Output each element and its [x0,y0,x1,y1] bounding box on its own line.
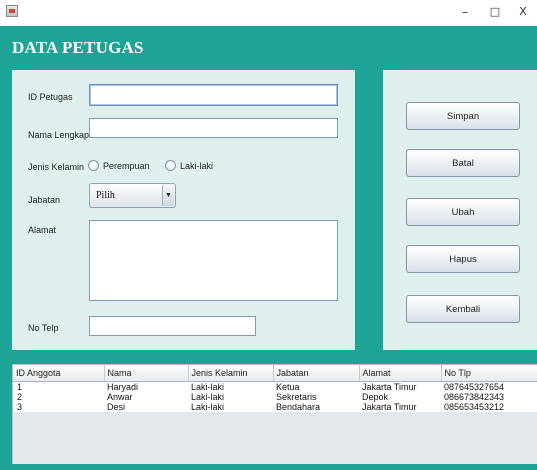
hapus-button[interactable]: Hapus [406,245,520,273]
nama-lengkap-input[interactable] [89,118,338,138]
table-cell: Haryadi [104,381,188,392]
page-title: DATA PETUGAS [12,38,144,57]
column-header[interactable]: No Tlp [441,365,537,382]
table-cell: Jakarta Timur [359,401,441,412]
table-row[interactable]: 3 Desi Laki-laki Bendahara Jakarta Timur… [13,401,537,412]
radio-perempuan[interactable]: Perempuan [88,160,150,171]
jabatan-label: Jabatan [28,195,61,205]
radio-laki-laki-label: Laki-laki [180,160,214,171]
table-cell: Bendahara [273,401,359,412]
radio-circle-icon[interactable] [165,160,176,171]
table-cell: Laki-laki [188,401,273,412]
form-panel [12,70,355,350]
id-petugas-label: ID Petugas [28,92,73,102]
batal-button[interactable]: Batal [406,149,520,177]
simpan-button[interactable]: Simpan [406,102,520,130]
alamat-label: Alamat [28,225,57,235]
alamat-textarea[interactable] [89,220,338,301]
table-cell: Laki-laki [188,391,273,402]
column-header[interactable]: Jenis Kelamin [188,365,274,382]
table-header-row: ID Anggota Nama Jenis Kelamin Jabatan Al… [13,365,537,382]
table-cell: Anwar [104,391,188,402]
table-cell: Laki-laki [188,381,273,392]
jabatan-selected-value: Pilih [96,190,115,201]
radio-laki-laki[interactable]: Laki-laki [165,160,213,171]
table-cell: 087645327654 [441,381,537,392]
table-cell: 085653453212 [441,401,537,412]
window-titlebar: – □ X [0,0,537,26]
ubah-button[interactable]: Ubah [406,198,520,226]
column-header[interactable]: ID Anggota [13,365,105,382]
jenis-kelamin-label: Jenis Kelamin [28,162,85,172]
jabatan-dropdown[interactable]: Pilih ▼ [89,183,176,208]
petugas-table-container[interactable]: ID Anggota Nama Jenis Kelamin Jabatan Al… [12,364,537,464]
table-cell: 2 [13,391,104,402]
table-row[interactable]: 1 Haryadi Laki-laki Ketua Jakarta Timur … [13,381,537,392]
kembali-button[interactable]: Kembali [406,295,520,323]
column-header[interactable]: Alamat [359,365,442,382]
close-button[interactable]: X [512,2,534,22]
column-header[interactable]: Nama [104,365,189,382]
table-cell: Sekretaris [273,391,359,402]
table-cell: Desi [104,401,188,412]
no-telp-label: No Telp [28,323,59,333]
table-cell: 3 [13,401,104,412]
nama-lengkap-label: Nama Lengkap [28,130,90,140]
java-cup-icon [6,5,18,17]
table-cell: 086673842343 [441,391,537,402]
maximize-button[interactable]: □ [484,2,506,22]
table-cell: 1 [13,381,104,392]
petugas-table: ID Anggota Nama Jenis Kelamin Jabatan Al… [13,365,537,412]
column-header[interactable]: Jabatan [273,365,360,382]
minimize-button[interactable]: – [454,2,476,22]
id-petugas-input[interactable] [89,84,338,106]
table-cell: Ketua [273,381,359,392]
table-cell: Jakarta Timur [359,381,441,392]
table-row[interactable]: 2 Anwar Laki-laki Sekretaris Depok 08667… [13,391,537,402]
table-cell: Depok [359,391,441,402]
radio-perempuan-label: Perempuan [103,160,150,171]
dropdown-arrow-icon[interactable]: ▼ [162,185,174,206]
no-telp-input[interactable] [89,316,256,336]
radio-circle-icon[interactable] [88,160,99,171]
